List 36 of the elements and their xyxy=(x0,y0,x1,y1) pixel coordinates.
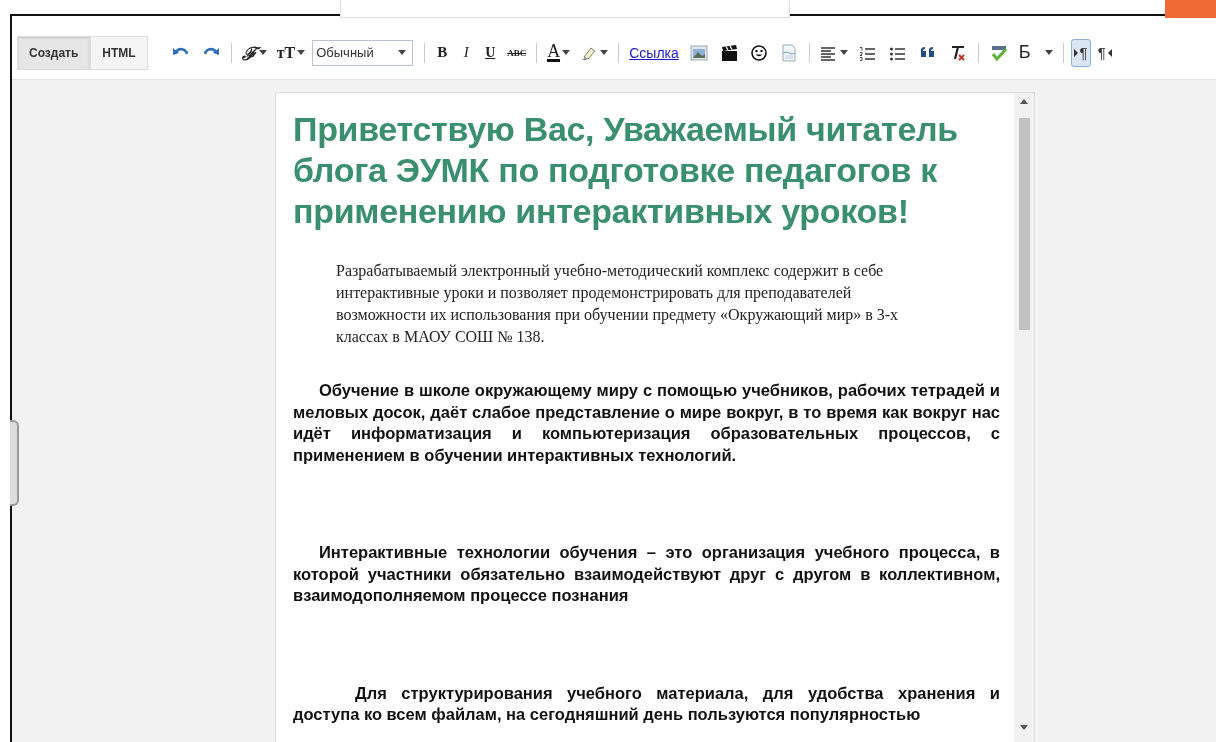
paragraph: Разрабатываемый электронный учебно-методический комплекс содержит в себе интерактивные уроки и позволяет продемонстрировать для преподавателей возможности их использования при обучении предмету «Окружающий мир» в 3-х классах в МАОУ СОШ № 138. xyxy=(335,261,900,347)
scroll-down-icon[interactable] xyxy=(1020,725,1028,730)
underline-button[interactable]: U xyxy=(480,39,501,66)
paragraph: Для структурирования учебного материала, для удобства хранения и доступа ко всем файлам, на сегодняшний день пользуются популярностью xyxy=(293,682,1000,725)
caret-icon xyxy=(839,50,848,55)
scrollbar[interactable] xyxy=(1014,93,1034,742)
strike-button[interactable]: ABC xyxy=(504,39,530,66)
image-icon[interactable] xyxy=(689,43,708,62)
editor-area[interactable] xyxy=(275,92,1035,742)
italic-button[interactable]: I xyxy=(456,39,477,66)
post-heading: Приветствую Вас, Уважаемый читатель блога ЭУМК по подготовке педагогов к применению интерактивных уроков! xyxy=(293,109,959,232)
mode-tab[interactable]: Создать xyxy=(17,35,91,70)
caret-icon xyxy=(600,50,609,55)
input-tools-button[interactable]: Б xyxy=(1015,39,1056,66)
caret-icon xyxy=(1044,50,1053,55)
link-button[interactable]: Ссылка xyxy=(626,44,682,61)
format-select[interactable]: Обычный xyxy=(312,39,414,66)
font-size-button[interactable]: тT xyxy=(273,39,309,66)
title-field[interactable] xyxy=(340,0,790,18)
font-button[interactable]: ℱ xyxy=(238,39,270,66)
text-color-button[interactable]: A xyxy=(544,39,574,66)
left-to-right-button[interactable]: ¶ xyxy=(1070,38,1091,67)
clapperboard-icon[interactable] xyxy=(719,43,738,62)
mode-tab[interactable]: HTML xyxy=(90,35,148,70)
panel-handle[interactable] xyxy=(10,420,19,506)
caret-icon xyxy=(297,50,306,55)
smiley-icon[interactable] xyxy=(749,43,768,62)
caret-icon xyxy=(562,50,571,55)
paragraph: Обучение в школе окружающему миру с помощью учебников, рабочих тетрадей и меловых досок, даёт слабое представление о мире вокруг, в то время как вокруг нас идёт информатизация и компьютеризация образовательных процессов, с применением в обучении интерактивных технологий. xyxy=(293,380,1000,466)
bold-button[interactable]: B xyxy=(432,39,453,66)
right-to-left-button[interactable]: ¶ xyxy=(1094,38,1115,67)
paragraph: Интерактивные технологии обучения – это организация учебного процесса, в которой участники обязательно взаимодействуют друг с другом в коллективном, взаимодополняемом процессе познания xyxy=(293,542,1000,606)
scroll-up-icon[interactable] xyxy=(1020,99,1028,104)
spellcheck-icon[interactable] xyxy=(989,43,1008,62)
scroll-thumb[interactable] xyxy=(1018,118,1030,330)
caret-icon xyxy=(398,50,407,55)
